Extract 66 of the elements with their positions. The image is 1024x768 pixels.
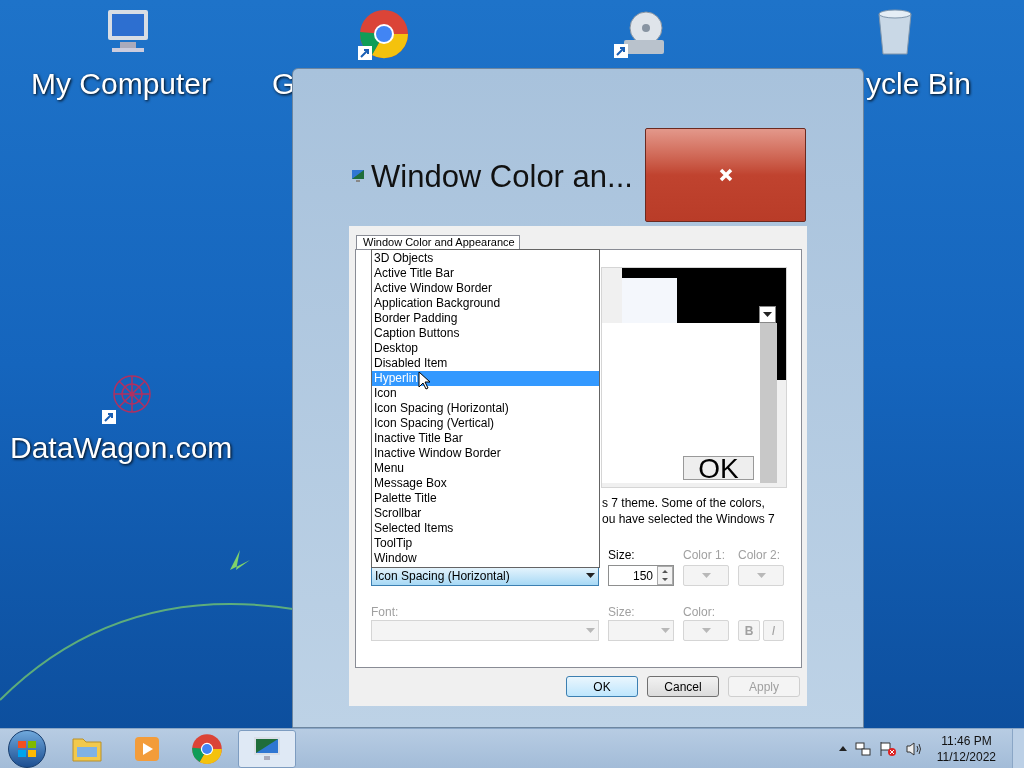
dropdown-arrow-icon	[661, 628, 670, 633]
window-title: Window Color an...	[371, 159, 633, 195]
dropdown-option[interactable]: Scrollbar	[372, 506, 599, 521]
desktop-icon-label[interactable]: My Computer	[31, 66, 212, 102]
dropdown-arrow-icon	[763, 312, 772, 317]
dropdown-option[interactable]: Disabled Item	[372, 356, 599, 371]
color-2-button[interactable]	[738, 565, 784, 586]
dropdown-option[interactable]: Icon	[372, 386, 599, 401]
media-player-icon	[133, 734, 161, 763]
dropdown-arrow-icon	[701, 628, 711, 633]
dropdown-arrow-icon	[586, 573, 595, 578]
size-label: Size:	[608, 548, 636, 562]
dropdown-option[interactable]: Desktop	[372, 341, 599, 356]
chrome-icon	[358, 8, 410, 60]
dropdown-option[interactable]: Active Window Border	[372, 281, 599, 296]
dropdown-option[interactable]: Icon Spacing (Vertical)	[372, 416, 599, 431]
color-1-label: Color 1:	[683, 548, 727, 562]
dropdown-option[interactable]: Inactive Window Border	[372, 446, 599, 461]
dropdown-arrow-icon	[586, 628, 595, 633]
dropdown-option[interactable]: Menu	[372, 461, 599, 476]
color-1-button[interactable]	[683, 565, 729, 586]
start-button[interactable]	[8, 729, 46, 768]
tab[interactable]: Window Color and Appearance	[356, 235, 520, 249]
dropdown-option[interactable]: Palette Title	[372, 491, 599, 506]
recycle-bin-icon	[875, 8, 915, 56]
display-settings-icon	[351, 169, 365, 183]
dropdown-option[interactable]: Border Padding	[372, 311, 599, 326]
size-spinner[interactable]: 150	[608, 565, 674, 586]
network-icon[interactable]	[854, 740, 871, 757]
dropdown-option[interactable]: Active Title Bar	[372, 266, 599, 281]
show-hidden-icons-icon[interactable]	[838, 746, 847, 751]
dropdown-option[interactable]: Window	[372, 551, 599, 566]
desktop-icon-label[interactable]: ycle Bin	[866, 66, 972, 102]
disc-drive-icon	[614, 8, 666, 60]
description-text: ou have selected the Windows 7	[602, 511, 776, 527]
font-size-label: Size:	[608, 605, 636, 619]
description-text: s 7 theme. Some of the colors,	[602, 495, 766, 511]
dropdown-option[interactable]: 3D Objects	[372, 251, 599, 266]
font-color-button[interactable]	[683, 620, 729, 641]
dropdown-option[interactable]: Icon Spacing (Horizontal)	[372, 401, 599, 416]
chrome-icon	[191, 732, 223, 765]
close-button[interactable]	[645, 128, 806, 222]
show-desktop-button[interactable]	[1012, 728, 1024, 768]
dropdown-option[interactable]: Inactive Title Bar	[372, 431, 599, 446]
desktop-icon-label[interactable]: DataWagon.com	[10, 430, 233, 466]
font-color-label: Color:	[683, 605, 716, 619]
dropdown-option[interactable]: Caption Buttons	[372, 326, 599, 341]
dropdown-option[interactable]: Selected Items	[372, 521, 599, 536]
close-icon	[717, 167, 734, 183]
dialog-button[interactable]: OK	[566, 676, 638, 697]
dropdown-option[interactable]: Application Background	[372, 296, 599, 311]
mouse-cursor-icon	[418, 371, 430, 390]
dropdown-option[interactable]: ToolTip	[372, 536, 599, 551]
dropdown-arrow-icon	[701, 573, 711, 578]
windows-logo-icon	[17, 739, 37, 758]
dialog-button[interactable]: Cancel	[647, 676, 719, 697]
dropdown-option[interactable]: Message Box	[372, 476, 599, 491]
dropdown-arrow-icon	[756, 573, 766, 578]
clock[interactable]: 11:46 PM 11/12/2022	[936, 732, 996, 765]
flag-icon[interactable]	[878, 740, 897, 757]
font-label: Font:	[371, 605, 400, 619]
flower-shortcut-icon	[102, 372, 154, 424]
speaker-icon[interactable]	[904, 740, 923, 757]
color-2-label: Color 2:	[738, 548, 782, 562]
spin-arrows-icon	[657, 566, 673, 585]
taskbar-app-button[interactable]	[238, 729, 296, 768]
